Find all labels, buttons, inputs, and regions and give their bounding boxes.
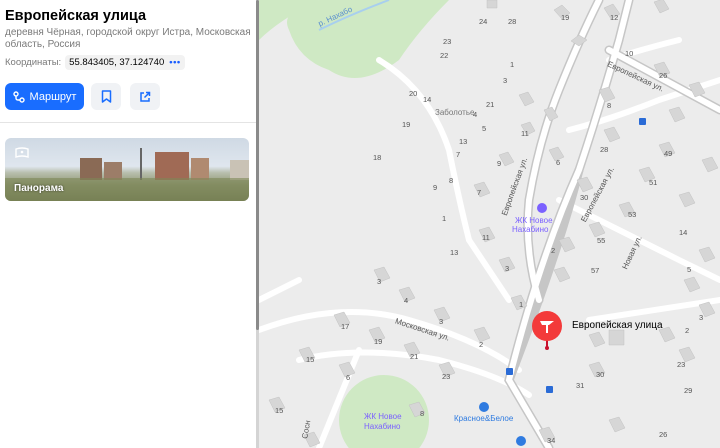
- house-number: 5: [482, 124, 487, 133]
- house-number: 28: [600, 145, 609, 154]
- house-number: 30: [596, 370, 605, 379]
- house-number: 2: [551, 246, 556, 255]
- house-number: 15: [275, 406, 284, 415]
- house-number: 14: [423, 95, 432, 104]
- coordinates-label: Координаты:: [5, 57, 62, 68]
- route-button-label: Маршрут: [29, 90, 77, 103]
- house-number: 19: [402, 120, 411, 129]
- house-number: 13: [459, 137, 468, 146]
- place-card-panel: Европейская улица деревня Чёрная, городс…: [0, 0, 256, 448]
- zhk-label-b2: Нахабино: [364, 422, 401, 431]
- house-number: 19: [561, 13, 570, 22]
- house-number: 28: [508, 17, 517, 26]
- forest-area: [287, 0, 449, 78]
- house-number: 14: [679, 228, 688, 237]
- house-number: 1: [519, 300, 524, 309]
- route-icon: [12, 90, 25, 103]
- zabolotye-label: Заболотье: [435, 108, 475, 117]
- panorama-label: Панорама: [14, 183, 64, 194]
- house-number: 6: [346, 373, 351, 382]
- house-number: 8: [449, 176, 454, 185]
- house-number: 53: [628, 210, 637, 219]
- house-number: 23: [442, 372, 451, 381]
- house-number: 3: [439, 317, 444, 326]
- house-number: 17: [341, 322, 350, 331]
- krasnoe-label: Красное&Белое: [454, 414, 514, 423]
- house-number: 8: [607, 101, 612, 110]
- house-number: 1: [510, 60, 515, 69]
- house-number: 20: [409, 89, 418, 98]
- house-number: 4: [404, 296, 409, 305]
- house-number: 2: [479, 340, 484, 349]
- panorama-card[interactable]: Панорама: [5, 138, 249, 201]
- map-view[interactable]: р. Нахабо Заболотье ЖК Новое Нахабино ЖК…: [259, 0, 720, 448]
- more-icon[interactable]: •••: [169, 57, 180, 68]
- marker-label[interactable]: Европейская улица: [572, 320, 663, 331]
- house-number: 11: [521, 129, 529, 138]
- zhk-label-b1: ЖК Новое: [364, 412, 402, 421]
- house-number: 3: [377, 277, 382, 286]
- house-number: 22: [440, 51, 449, 60]
- house-number: 24: [479, 17, 488, 26]
- house-number: 30: [580, 193, 589, 202]
- house-number: 3: [505, 264, 510, 273]
- house-number: 23: [677, 360, 686, 369]
- house-number: 26: [659, 430, 668, 439]
- house-number: 18: [373, 153, 382, 162]
- house-number: 8: [420, 409, 425, 418]
- house-number: 13: [450, 248, 459, 257]
- location-marker[interactable]: [532, 311, 562, 350]
- house-number: 4: [473, 110, 478, 119]
- place-address: деревня Чёрная, городской округ Истра, М…: [5, 27, 251, 50]
- house-number: 5: [687, 265, 692, 274]
- bookmark-icon: [101, 90, 111, 103]
- house-number: 23: [443, 37, 452, 46]
- place-title: Европейская улица: [5, 8, 147, 24]
- coordinates-value: 55.843405, 37.124740: [69, 57, 165, 68]
- house-number: 51: [649, 178, 658, 187]
- poi-shop-icon: [479, 402, 489, 412]
- house-number: 15: [306, 355, 315, 364]
- poi-zhk-icon: [537, 203, 547, 213]
- zhk-label-1: ЖК Новое: [515, 216, 553, 225]
- house-number: 3: [503, 76, 508, 85]
- house-number: 2: [685, 326, 690, 335]
- house-number: 55: [597, 236, 606, 245]
- house-number: 21: [486, 100, 495, 109]
- section-divider: [0, 122, 256, 123]
- bookmark-button[interactable]: [91, 83, 121, 110]
- house-number: 49: [664, 149, 673, 158]
- house-number: 21: [410, 352, 419, 361]
- house-number: 26: [659, 71, 668, 80]
- house-number: 6: [556, 158, 561, 167]
- share-button[interactable]: [130, 83, 160, 110]
- house-number: 29: [684, 386, 693, 395]
- house-number: 3: [699, 313, 704, 322]
- house-number: 19: [374, 337, 383, 346]
- house-number: 7: [477, 188, 482, 197]
- zhk-label-2: Нахабино: [512, 225, 549, 234]
- house-number: 9: [497, 159, 502, 168]
- house-number: 7: [456, 150, 461, 159]
- share-icon: [140, 91, 151, 102]
- house-number: 57: [591, 266, 600, 275]
- panorama-icon: [15, 147, 29, 158]
- house-number: 31: [576, 381, 585, 390]
- house-number: 11: [482, 233, 490, 242]
- coordinates-row: Координаты: 55.843405, 37.124740 •••: [5, 55, 185, 70]
- coordinates-value-chip[interactable]: 55.843405, 37.124740 •••: [65, 55, 185, 70]
- house-number: 12: [610, 13, 619, 22]
- poi-shop-icon-2: [516, 436, 526, 446]
- house-number: 1: [442, 214, 447, 223]
- house-number: 9: [433, 183, 438, 192]
- house-number: 10: [625, 49, 634, 58]
- map-canvas: [259, 0, 720, 448]
- route-button[interactable]: Маршрут: [5, 83, 84, 110]
- house-number: 34: [547, 436, 556, 445]
